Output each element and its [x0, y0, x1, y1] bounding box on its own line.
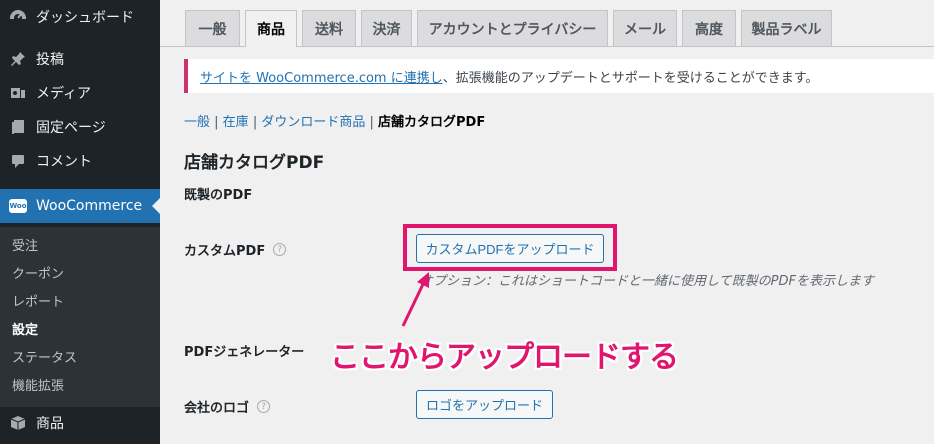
pdf-generator-heading: PDFジェネレーター [184, 341, 304, 360]
woocommerce-icon: Woo [0, 199, 36, 213]
dashboard-icon [0, 9, 36, 25]
company-logo-row-label: 会社のロゴ ? [184, 397, 271, 416]
submenu-item-orders[interactable]: 受注 [12, 235, 38, 254]
default-pdf-heading: 既製のPDF [184, 184, 252, 203]
subnav-separator: | [248, 115, 262, 130]
custom-pdf-row-label: カスタムPDF ? [184, 240, 287, 259]
subnav-current: 店舗カタログPDF [378, 115, 486, 130]
tab-shipping[interactable]: 送料 [302, 10, 356, 46]
help-icon[interactable]: ? [257, 400, 271, 413]
subnav-link-downloads[interactable]: ダウンロード商品 [261, 115, 365, 130]
menu-item-media[interactable]: メディア [0, 76, 160, 110]
custom-pdf-description: オプション：これはショートコードと一緒に使用して既製のPDFを表示します [420, 274, 874, 289]
tab-general[interactable]: 一般 [185, 10, 240, 46]
menu-item-label: 固定ページ [36, 120, 106, 136]
menu-item-label: メディア [36, 86, 92, 102]
menu-item-woocommerce[interactable]: Woo WooCommerce [0, 189, 160, 223]
menu-item-label: コメント [36, 154, 92, 170]
tab-products[interactable]: 商品 [245, 10, 297, 47]
annotation-highlight-box [403, 224, 617, 271]
connect-link[interactable]: サイトを WooCommerce.com に連携し [200, 67, 443, 86]
tab-advanced[interactable]: 高度 [682, 10, 736, 46]
custom-pdf-label: カスタムPDF [184, 244, 266, 259]
submenu-item-status[interactable]: ステータス [12, 347, 77, 366]
product-icon [0, 415, 36, 431]
pin-icon [0, 51, 36, 67]
subnav-link-general[interactable]: 一般 [184, 115, 210, 130]
upload-logo-button[interactable]: ロゴをアップロード [416, 390, 553, 419]
menu-item-dashboard[interactable]: ダッシュボード [0, 0, 160, 34]
subnav-link-inventory[interactable]: 在庫 [223, 115, 249, 130]
subnav-separator: | [365, 115, 379, 130]
woocommerce-submenu: 受注 クーポン レポート 設定 ステータス 機能拡張 [0, 227, 160, 407]
menu-item-pages[interactable]: 固定ページ [0, 110, 160, 144]
menu-item-label: ダッシュボード [36, 10, 134, 26]
menu-item-label: WooCommerce [36, 198, 143, 214]
menu-item-posts[interactable]: 投稿 [0, 42, 160, 76]
menu-item-products[interactable]: 商品 [0, 406, 160, 440]
submenu-item-coupons[interactable]: クーポン [12, 263, 64, 282]
tab-product-labels[interactable]: 製品ラベル [741, 10, 832, 46]
comment-icon [0, 153, 36, 169]
menu-item-comments[interactable]: コメント [0, 144, 160, 178]
annotation-callout: ここからアップロードする [330, 340, 679, 375]
section-title: 店舗カタログPDF [184, 153, 325, 173]
connect-notice: サイトを WooCommerce.com に連携し 、拡張機能のアップデートとサ… [184, 59, 934, 93]
menu-item-label: 商品 [36, 416, 64, 432]
admin-sidebar: ダッシュボード 投稿 メディア 固定ページ コメント Woo WooCommer… [0, 0, 160, 444]
submenu-item-reports[interactable]: レポート [12, 291, 64, 310]
help-icon[interactable]: ? [273, 243, 287, 256]
company-logo-label: 会社のロゴ [184, 401, 250, 416]
media-icon [0, 85, 36, 101]
submenu-item-extensions[interactable]: 機能拡張 [12, 375, 64, 394]
submenu-item-settings[interactable]: 設定 [12, 319, 38, 338]
page-icon [0, 119, 36, 135]
pdf-generator-label: PDFジェネレーター [184, 345, 305, 360]
annotation-arrow-icon [401, 272, 429, 327]
default-pdf-label: 既製のPDF [184, 188, 253, 203]
menu-item-label: 投稿 [36, 52, 64, 68]
active-arrow-indicator [152, 198, 160, 214]
tab-accounts-privacy[interactable]: アカウントとプライバシー [417, 10, 608, 46]
section-subnav: 一般 | 在庫 | ダウンロード商品 | 店舗カタログPDF [184, 111, 485, 130]
tab-email[interactable]: メール [613, 10, 677, 46]
subnav-separator: | [210, 115, 223, 130]
tab-payments[interactable]: 決済 [361, 10, 412, 46]
notice-text: 、拡張機能のアップデートとサポートを受けることができます。 [442, 70, 819, 86]
